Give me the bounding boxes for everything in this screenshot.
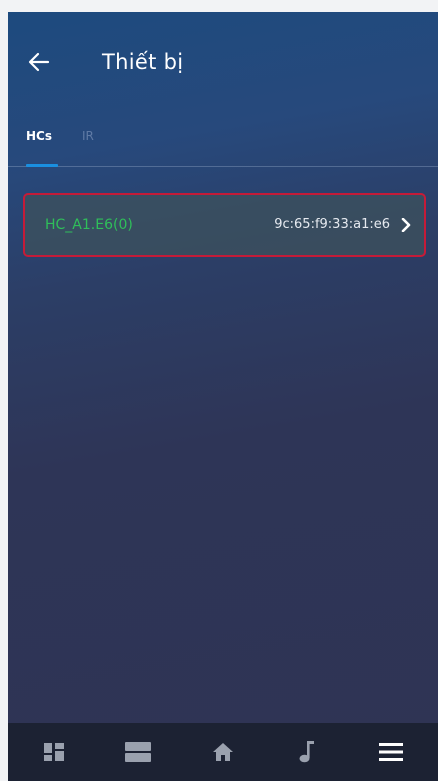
nav-rooms[interactable] — [108, 723, 168, 781]
menu-icon — [379, 743, 403, 761]
home-icon — [213, 743, 233, 761]
device-mac-address: 9c:65:f9:33:a1:e6 — [274, 217, 390, 232]
music-note-icon — [299, 741, 314, 763]
tab-bar: HCs IR — [8, 116, 438, 167]
bottom-navigation — [8, 723, 438, 781]
back-button[interactable] — [24, 48, 54, 76]
device-name: HC_A1.E6(0) — [45, 217, 133, 233]
rooms-icon — [125, 742, 151, 762]
device-list-item[interactable]: HC_A1.E6(0) 9c:65:f9:33:a1:e6 — [23, 193, 426, 257]
nav-menu[interactable] — [361, 723, 421, 781]
device-screen: Thiết bị HCs IR HC_A1.E6(0) 9c:65:f9:33:… — [8, 12, 438, 781]
nav-music[interactable] — [277, 723, 337, 781]
app-header: Thiết bị — [8, 12, 438, 112]
tab-hcs[interactable]: HCs — [26, 126, 52, 146]
page-title: Thiết bị — [102, 50, 184, 74]
active-tab-indicator — [26, 164, 58, 167]
nav-home[interactable] — [193, 723, 253, 781]
tab-ir[interactable]: IR — [82, 126, 94, 146]
chevron-right-icon — [401, 218, 411, 232]
dashboard-icon — [44, 743, 64, 761]
nav-dashboard[interactable] — [24, 723, 84, 781]
arrow-left-icon — [28, 52, 50, 72]
